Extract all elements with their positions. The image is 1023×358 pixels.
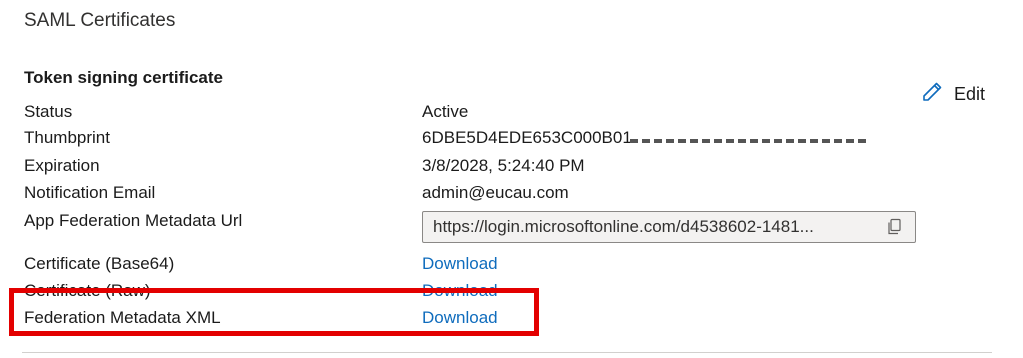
- notification-email-label: Notification Email: [24, 183, 156, 202]
- cert-base64-label: Certificate (Base64): [24, 254, 175, 273]
- notification-email-value: admin@eucau.com: [422, 183, 569, 202]
- thumbprint-scribble: [630, 139, 870, 143]
- metadata-url-value[interactable]: https://login.microsoftonline.com/d45386…: [433, 217, 881, 237]
- edit-label: Edit: [954, 84, 986, 104]
- highlight-box: [9, 288, 539, 336]
- status-label: Status: [24, 102, 73, 121]
- copy-icon[interactable]: [881, 214, 907, 240]
- status-value: Active: [422, 102, 469, 121]
- pencil-icon: [920, 80, 944, 109]
- section-divider: [22, 352, 992, 353]
- thumbprint-value: 6DBE5D4EDE653C000B01: [422, 128, 632, 147]
- thumbprint-value-wrap: 6DBE5D4EDE653C000B01: [422, 128, 882, 152]
- thumbprint-label: Thumbprint: [24, 128, 110, 147]
- cert-base64-download-link[interactable]: Download: [422, 254, 498, 274]
- expiration-label: Expiration: [24, 156, 100, 175]
- metadata-url-label: App Federation Metadata Url: [24, 211, 243, 230]
- metadata-url-field[interactable]: https://login.microsoftonline.com/d45386…: [422, 211, 916, 243]
- expiration-value: 3/8/2028, 5:24:40 PM: [422, 156, 585, 175]
- edit-button[interactable]: Edit: [920, 80, 985, 109]
- section-title: SAML Certificates: [24, 10, 176, 31]
- card-title: Token signing certificate: [24, 68, 224, 87]
